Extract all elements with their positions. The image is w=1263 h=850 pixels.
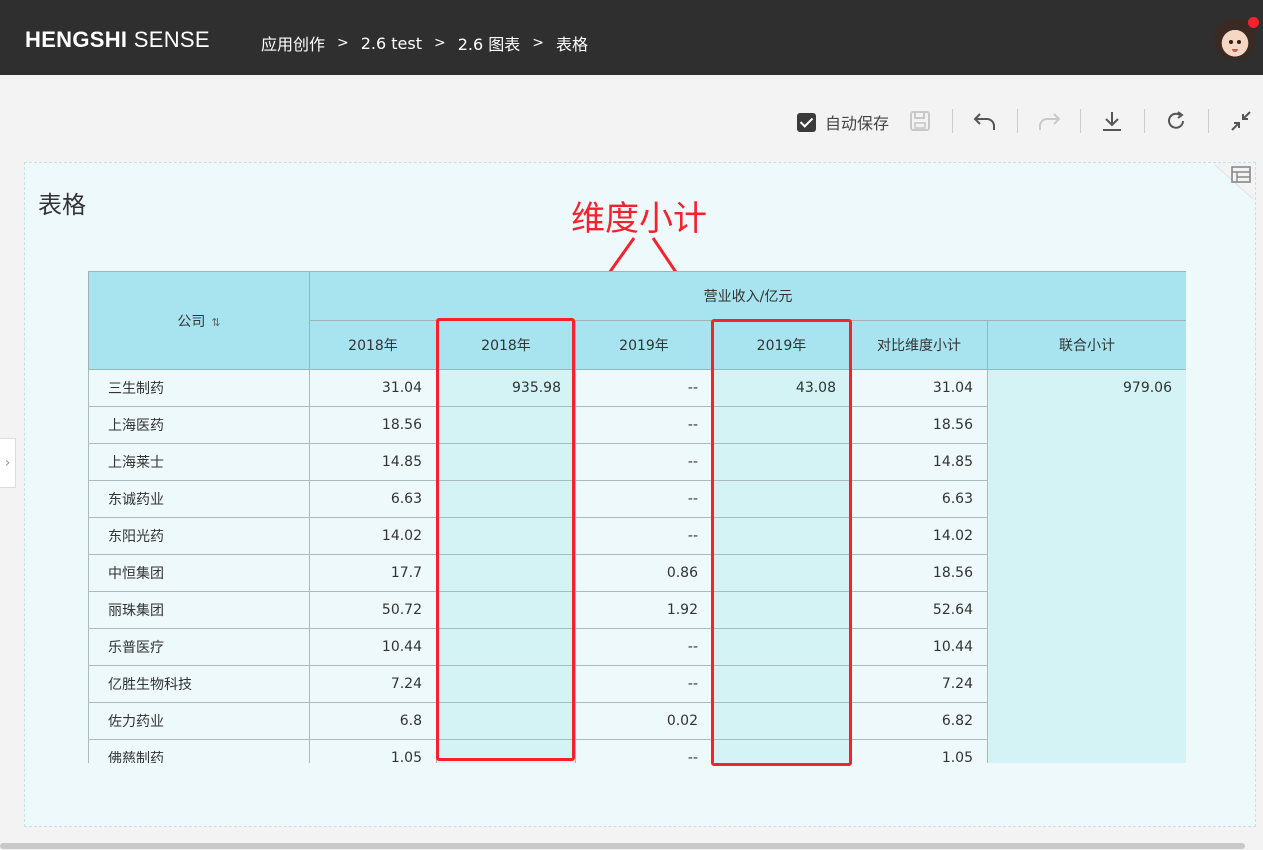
breadcrumb-current: 表格 bbox=[556, 35, 589, 54]
value-cell: 6.82 bbox=[850, 702, 988, 740]
pivot-table: 公司 ⇅ 营业收入/亿元 2018年 2018年 2019年 2019年 对比维度… bbox=[88, 271, 1186, 763]
table-row: 三生制药 31.04 935.98 -- 43.08 31.04 979.06 bbox=[88, 369, 1186, 763]
value-cell: 18.56 bbox=[850, 554, 988, 592]
avatar-eye bbox=[1229, 40, 1233, 44]
logo-bold-text: HENGSHI bbox=[25, 27, 128, 52]
value-cell: 0.02 bbox=[575, 702, 713, 740]
company-header-label: 公司 bbox=[177, 313, 206, 330]
avatar-eye bbox=[1237, 40, 1241, 44]
value-cell: 7.24 bbox=[850, 665, 988, 703]
notification-dot bbox=[1248, 17, 1259, 28]
download-icon[interactable] bbox=[1099, 108, 1125, 134]
value-cell: -- bbox=[575, 628, 713, 666]
highlight-box bbox=[711, 319, 852, 766]
sidebar-expand-button[interactable]: › bbox=[0, 438, 16, 488]
union-subtotal-cell: 979.06 bbox=[987, 369, 1186, 763]
toolbar-divider bbox=[1208, 109, 1209, 133]
chevron-right-icon: › bbox=[4, 455, 11, 471]
value-cell: 50.72 bbox=[309, 591, 437, 629]
company-header[interactable]: 公司 ⇅ bbox=[88, 271, 310, 370]
value-cell: 1.92 bbox=[575, 591, 713, 629]
value-cell: 18.56 bbox=[309, 406, 437, 444]
panel-title: 表格 bbox=[38, 191, 86, 219]
breadcrumb-app[interactable]: 2.6 test bbox=[361, 34, 422, 53]
company-cell: 上海莱士 bbox=[88, 443, 310, 481]
avatar-face bbox=[1223, 30, 1247, 56]
refresh-icon[interactable] bbox=[1163, 108, 1189, 134]
value-cell: 14.02 bbox=[309, 517, 437, 555]
breadcrumb-separator: > bbox=[434, 35, 446, 51]
breadcrumb-dashboard[interactable]: 2.6 图表 bbox=[458, 31, 521, 55]
value-cell: -- bbox=[575, 369, 713, 407]
value-cell: -- bbox=[575, 406, 713, 444]
panel-menu-icon[interactable] bbox=[1213, 163, 1255, 201]
value-cell: 18.56 bbox=[850, 406, 988, 444]
company-cell: 上海医药 bbox=[88, 406, 310, 444]
toolbar-divider bbox=[952, 109, 953, 133]
value-cell: 0.86 bbox=[575, 554, 713, 592]
redo-icon[interactable] bbox=[1036, 108, 1062, 134]
group-header: 营业收入/亿元 bbox=[309, 271, 1186, 321]
highlight-box bbox=[436, 318, 575, 761]
autosave-checkbox[interactable] bbox=[797, 112, 816, 132]
value-cell: 14.85 bbox=[309, 443, 437, 481]
value-cell: 6.63 bbox=[850, 480, 988, 518]
value-cell: 10.44 bbox=[309, 628, 437, 666]
toolbar-divider bbox=[1017, 109, 1018, 133]
value-cell: 14.02 bbox=[850, 517, 988, 555]
toolbar-divider bbox=[1080, 109, 1081, 133]
undo-icon[interactable] bbox=[972, 108, 998, 134]
sort-icon[interactable]: ⇅ bbox=[211, 316, 220, 329]
company-cell: 三生制药 bbox=[88, 369, 310, 407]
autosave-label: 自动保存 bbox=[825, 114, 890, 133]
breadcrumb: 应用创作 > 2.6 test > 2.6 图表 > 表格 bbox=[261, 31, 588, 55]
value-cell: -- bbox=[575, 665, 713, 703]
company-cell: 东诚药业 bbox=[88, 480, 310, 518]
value-cell: 1.05 bbox=[850, 739, 988, 763]
company-cell: 亿胜生物科技 bbox=[88, 665, 310, 703]
value-cell: 6.8 bbox=[309, 702, 437, 740]
value-cell: 7.24 bbox=[309, 665, 437, 703]
company-cell: 佛慈制药 bbox=[88, 739, 310, 763]
breadcrumb-separator: > bbox=[337, 35, 349, 51]
scrollbar-thumb[interactable] bbox=[0, 843, 1245, 849]
value-cell: 6.63 bbox=[309, 480, 437, 518]
value-cell: 14.85 bbox=[850, 443, 988, 481]
column-header: 2019年 bbox=[575, 320, 713, 370]
company-cell: 东阳光药 bbox=[88, 517, 310, 555]
value-cell: 17.7 bbox=[309, 554, 437, 592]
value-cell: 31.04 bbox=[850, 369, 988, 407]
value-cell: 31.04 bbox=[309, 369, 437, 407]
logo-rest-text: SENSE bbox=[127, 27, 210, 52]
value-cell: 52.64 bbox=[850, 591, 988, 629]
value-cell: -- bbox=[575, 480, 713, 518]
value-cell: -- bbox=[575, 443, 713, 481]
autosave-toggle[interactable]: 自动保存 bbox=[797, 110, 889, 134]
company-cell: 乐普医疗 bbox=[88, 628, 310, 666]
breadcrumb-separator: > bbox=[532, 35, 545, 51]
top-bar: HENGSHI SENSE 应用创作 > 2.6 test > 2.6 图表 >… bbox=[0, 0, 1263, 75]
value-cell: 1.05 bbox=[309, 739, 437, 763]
company-cell: 佐力药业 bbox=[88, 702, 310, 740]
value-cell: 10.44 bbox=[850, 628, 988, 666]
value-cell: -- bbox=[575, 739, 713, 763]
save-icon[interactable] bbox=[907, 108, 933, 134]
column-header: 2018年 bbox=[309, 320, 437, 370]
company-cell: 丽珠集团 bbox=[88, 591, 310, 629]
column-header: 联合小计 bbox=[987, 320, 1186, 370]
collapse-icon[interactable] bbox=[1228, 108, 1254, 134]
horizontal-scrollbar[interactable] bbox=[0, 842, 1263, 850]
company-cell: 中恒集团 bbox=[88, 554, 310, 592]
app-logo[interactable]: HENGSHI SENSE bbox=[25, 27, 210, 53]
toolbar-divider bbox=[1144, 109, 1145, 133]
column-header: 对比维度小计 bbox=[850, 320, 988, 370]
breadcrumb-app-creation[interactable]: 应用创作 bbox=[261, 31, 325, 55]
value-cell: -- bbox=[575, 517, 713, 555]
